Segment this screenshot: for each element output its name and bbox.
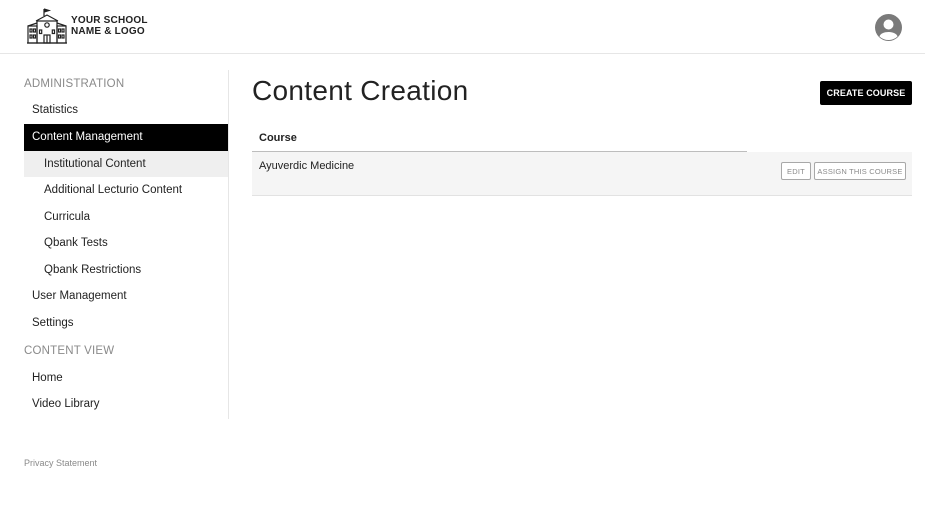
nav-content-management[interactable]: Content Management [24, 124, 228, 151]
nav-curricula[interactable]: Curricula [24, 204, 228, 231]
assign-course-button[interactable]: ASSIGN THIS COURSE [814, 162, 906, 180]
nav-home[interactable]: Home [24, 365, 228, 392]
nav-institutional-content[interactable]: Institutional Content [24, 150, 228, 177]
nav-qbank-tests[interactable]: Qbank Tests [24, 230, 228, 257]
logo-line-2: NAME & LOGO [71, 26, 145, 37]
table-row: Ayuverdic Medicine EDIT ASSIGN THIS COUR… [252, 152, 912, 196]
logo-line-1: YOUR SCHOOL [71, 15, 148, 26]
logo-text: YOUR SCHOOL NAME & LOGO [71, 15, 148, 37]
privacy-statement-link[interactable]: Privacy Statement [24, 458, 97, 468]
nav-video-library[interactable]: Video Library [24, 391, 228, 418]
page-title: Content Creation [252, 75, 469, 106]
user-avatar-icon[interactable] [875, 14, 902, 41]
nav-additional-lecturio-content[interactable]: Additional Lecturio Content [24, 177, 228, 204]
edit-button[interactable]: EDIT [781, 162, 811, 180]
nav-qbank-restrictions[interactable]: Qbank Restrictions [24, 257, 228, 284]
school-building-icon [27, 8, 67, 44]
create-course-button[interactable]: CREATE COURSE [820, 81, 912, 105]
content-view-heading: CONTENT VIEW [24, 345, 115, 357]
course-name: Ayuverdic Medicine [259, 160, 355, 172]
top-header: YOUR SCHOOL NAME & LOGO [0, 0, 925, 54]
nav-settings[interactable]: Settings [24, 310, 228, 337]
nav-statistics[interactable]: Statistics [24, 97, 228, 124]
administration-heading: ADMINISTRATION [24, 78, 125, 90]
nav-user-management[interactable]: User Management [24, 283, 228, 310]
course-column-header: Course [252, 124, 747, 152]
course-table: Course Ayuverdic Medicine EDIT ASSIGN TH… [252, 124, 912, 196]
school-logo[interactable]: YOUR SCHOOL NAME & LOGO [27, 8, 148, 44]
